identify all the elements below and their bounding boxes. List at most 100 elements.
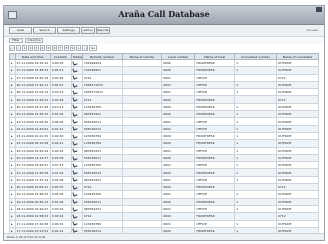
table-cell: 0601 xyxy=(161,190,196,199)
table-row[interactable]: ▸ 22.11.2009 14:12:27 0:03:29 555018211 0600… xyxy=(9,153,320,163)
table-cell: OUTSIDE xyxy=(275,161,320,170)
table-cell: OUTSIDE xyxy=(275,197,320,206)
call-icon xyxy=(73,97,77,101)
table-row[interactable]: ▸ 25.11.2009 15:35:15 0:03:32 987654321 0600… xyxy=(9,110,320,119)
table-cell: 0600 xyxy=(161,58,196,68)
filter-button[interactable]: Filter xyxy=(9,38,23,43)
page-9[interactable]: 9 xyxy=(70,45,75,51)
tab-reports[interactable]: Reports xyxy=(96,27,110,34)
table-row[interactable]: ▸ 27.11.2009 15:38:43 0:05:13 701999951 0600… xyxy=(9,66,320,75)
close-icon[interactable] xyxy=(316,7,322,12)
table-cell: 0601 xyxy=(161,80,196,90)
table-cell: 987654321 xyxy=(81,204,123,214)
columns-button[interactable]: Columns xyxy=(25,38,43,43)
table-cell: 123456789 xyxy=(81,161,123,170)
table-row[interactable]: ▸ 26.11.2009 13:04:19 0:03:13 1654571972 060… xyxy=(9,88,320,97)
table-cell: 24.11.2009 12:43:02 xyxy=(14,124,51,133)
call-icon xyxy=(73,192,77,196)
table-cell: 0712 xyxy=(275,95,320,104)
first-page-button[interactable]: |< xyxy=(9,45,15,51)
table-cell: 0:00:24 xyxy=(49,212,72,221)
call-icon xyxy=(73,119,77,123)
call-icon xyxy=(73,177,77,181)
table-cell: 0600 xyxy=(161,102,196,112)
page-3[interactable]: 3 xyxy=(34,45,39,51)
table-cell: FRONTDESK xyxy=(194,66,236,75)
table-cell xyxy=(121,139,163,148)
table-cell: 0:00:37 xyxy=(49,183,72,192)
table-cell xyxy=(121,102,163,112)
call-icon xyxy=(73,75,77,79)
table-cell: FRONTDESK xyxy=(194,139,236,148)
table-row[interactable]: ▸ 17.11.2009 17:44:36 0:06:31 123456789 0601… xyxy=(9,219,320,228)
table-cell: 17.11.2009 17:44:36 xyxy=(14,219,51,228)
go-button[interactable]: Go xyxy=(89,45,97,51)
table-row[interactable]: ▸ 26.11.2009 11:20:52 0:00:18 0712 0600 FRONT… xyxy=(9,95,320,104)
table-row[interactable]: ▸ 24.11.2009 15:09:36 0:06:02 555018211 0601… xyxy=(9,117,320,126)
table-row[interactable]: ▸ 18.11.2009 12:58:03 0:00:24 0712 0600 FRONT… xyxy=(9,212,320,221)
table-cell: 0:01:11 xyxy=(49,124,72,133)
table-row[interactable]: ▸ 22.11.2009 16:55:44 0:00:52 987654321 0601… xyxy=(9,146,320,155)
table-row[interactable]: ▸ 27.11.2009 16:32:10 0:00:03 701999954 0600… xyxy=(9,58,320,68)
next-page-button[interactable]: > xyxy=(76,45,81,51)
table-cell: 987654321 xyxy=(81,175,123,185)
table-cell: 555018211 xyxy=(81,153,123,163)
tab-search[interactable]: Search xyxy=(33,27,56,34)
table-cell: FRONTDESK xyxy=(194,58,236,68)
page-2[interactable]: 2 xyxy=(28,45,33,51)
page-4[interactable]: 4 xyxy=(40,45,45,51)
table-row[interactable]: ▸ 21.11.2009 11:26:58 0:01:44 555018213 0600… xyxy=(9,168,320,177)
table-cell: FRONTDESK xyxy=(194,110,236,119)
table-cell: 0600 xyxy=(161,197,196,206)
page-8[interactable]: 8 xyxy=(64,45,69,51)
table-row[interactable]: ▸ 20.11.2009 10:05:41 0:00:37 0712 0600 FRONT… xyxy=(9,183,320,192)
table-cell: 701999954 xyxy=(81,58,123,68)
table-row[interactable]: ▸ 23.11.2009 10:21:30 0:02:40 123456789 0600… xyxy=(9,131,320,141)
prev-page-button[interactable]: < xyxy=(16,45,21,51)
table-row[interactable]: ▸ 19.11.2009 15:48:22 0:05:55 123456789 0601… xyxy=(9,190,320,199)
table-row[interactable]: ▸ 25.11.2009 18:27:48 0:10:13 123456789 0600… xyxy=(9,102,320,112)
page-7[interactable]: 7 xyxy=(58,45,63,51)
page-5[interactable]: 5 xyxy=(46,45,51,51)
table-row[interactable]: ▸ 27.11.2009 15:22:18 0:00:45 0712 0601 OFFIC… xyxy=(9,73,320,82)
table-cell: 1 xyxy=(234,66,277,75)
call-icon xyxy=(73,126,77,130)
table-cell: FRONTDESK xyxy=(194,153,236,163)
table-cell: 21.11.2009 18:40:01 xyxy=(14,161,51,170)
last-page-button[interactable]: >| xyxy=(82,45,88,51)
table-cell: 0:06:02 xyxy=(49,117,72,126)
table-cell: 27.11.2009 15:22:18 xyxy=(14,73,51,82)
table-cell: 0601 xyxy=(161,117,196,126)
table-cell xyxy=(121,124,163,133)
tab-calls[interactable]: Calls xyxy=(9,27,32,34)
call-status-cell xyxy=(70,139,83,148)
table-cell: OUTSIDE xyxy=(275,190,320,199)
table-row[interactable]: ▸ 21.11.2009 18:40:01 0:07:13 123456789 0601… xyxy=(9,161,320,170)
table-row[interactable]: ▸ 19.11.2009 09:30:13 0:01:02 555018211 0600… xyxy=(9,197,320,206)
table-cell: OUTSIDE xyxy=(275,131,320,141)
table-cell xyxy=(121,131,163,141)
table-row[interactable]: ▸ 24.11.2009 12:43:02 0:01:11 555018212 0601… xyxy=(9,124,320,133)
tab-admin[interactable]: Admin xyxy=(81,27,95,34)
table-cell: 0:02:51 xyxy=(49,80,72,90)
call-status-cell xyxy=(70,146,83,155)
page-6[interactable]: 6 xyxy=(52,45,57,51)
table-row[interactable]: ▸ 23.11.2009 09:15:08 0:04:11 123456789 0600… xyxy=(9,139,320,148)
call-icon xyxy=(73,112,77,116)
table-row[interactable]: ▸ 26.11.2009 17:40:11 0:02:51 1654571972 060… xyxy=(9,80,320,90)
table-cell: 0601 xyxy=(161,88,196,97)
table-cell xyxy=(121,175,163,185)
page-1[interactable]: 1 xyxy=(22,45,27,51)
table-cell: 555018211 xyxy=(81,197,123,206)
call-status-cell xyxy=(70,110,83,119)
table-row[interactable]: ▸ 20.11.2009 17:33:19 0:02:08 987654321 0601… xyxy=(9,175,320,185)
table-cell: 0601 xyxy=(161,73,196,82)
call-icon xyxy=(73,170,77,174)
call-status-cell xyxy=(70,175,83,185)
table-cell: OUTSIDE xyxy=(275,124,320,133)
table-cell: FRONTDESK xyxy=(194,168,236,177)
table-cell: 123456789 xyxy=(81,102,123,112)
tab-settings[interactable]: Settings xyxy=(57,27,80,34)
table-cell: 0601 xyxy=(161,146,196,155)
table-row[interactable]: ▸ 18.11.2009 16:16:47 0:03:19 987654321 0601… xyxy=(9,204,320,214)
